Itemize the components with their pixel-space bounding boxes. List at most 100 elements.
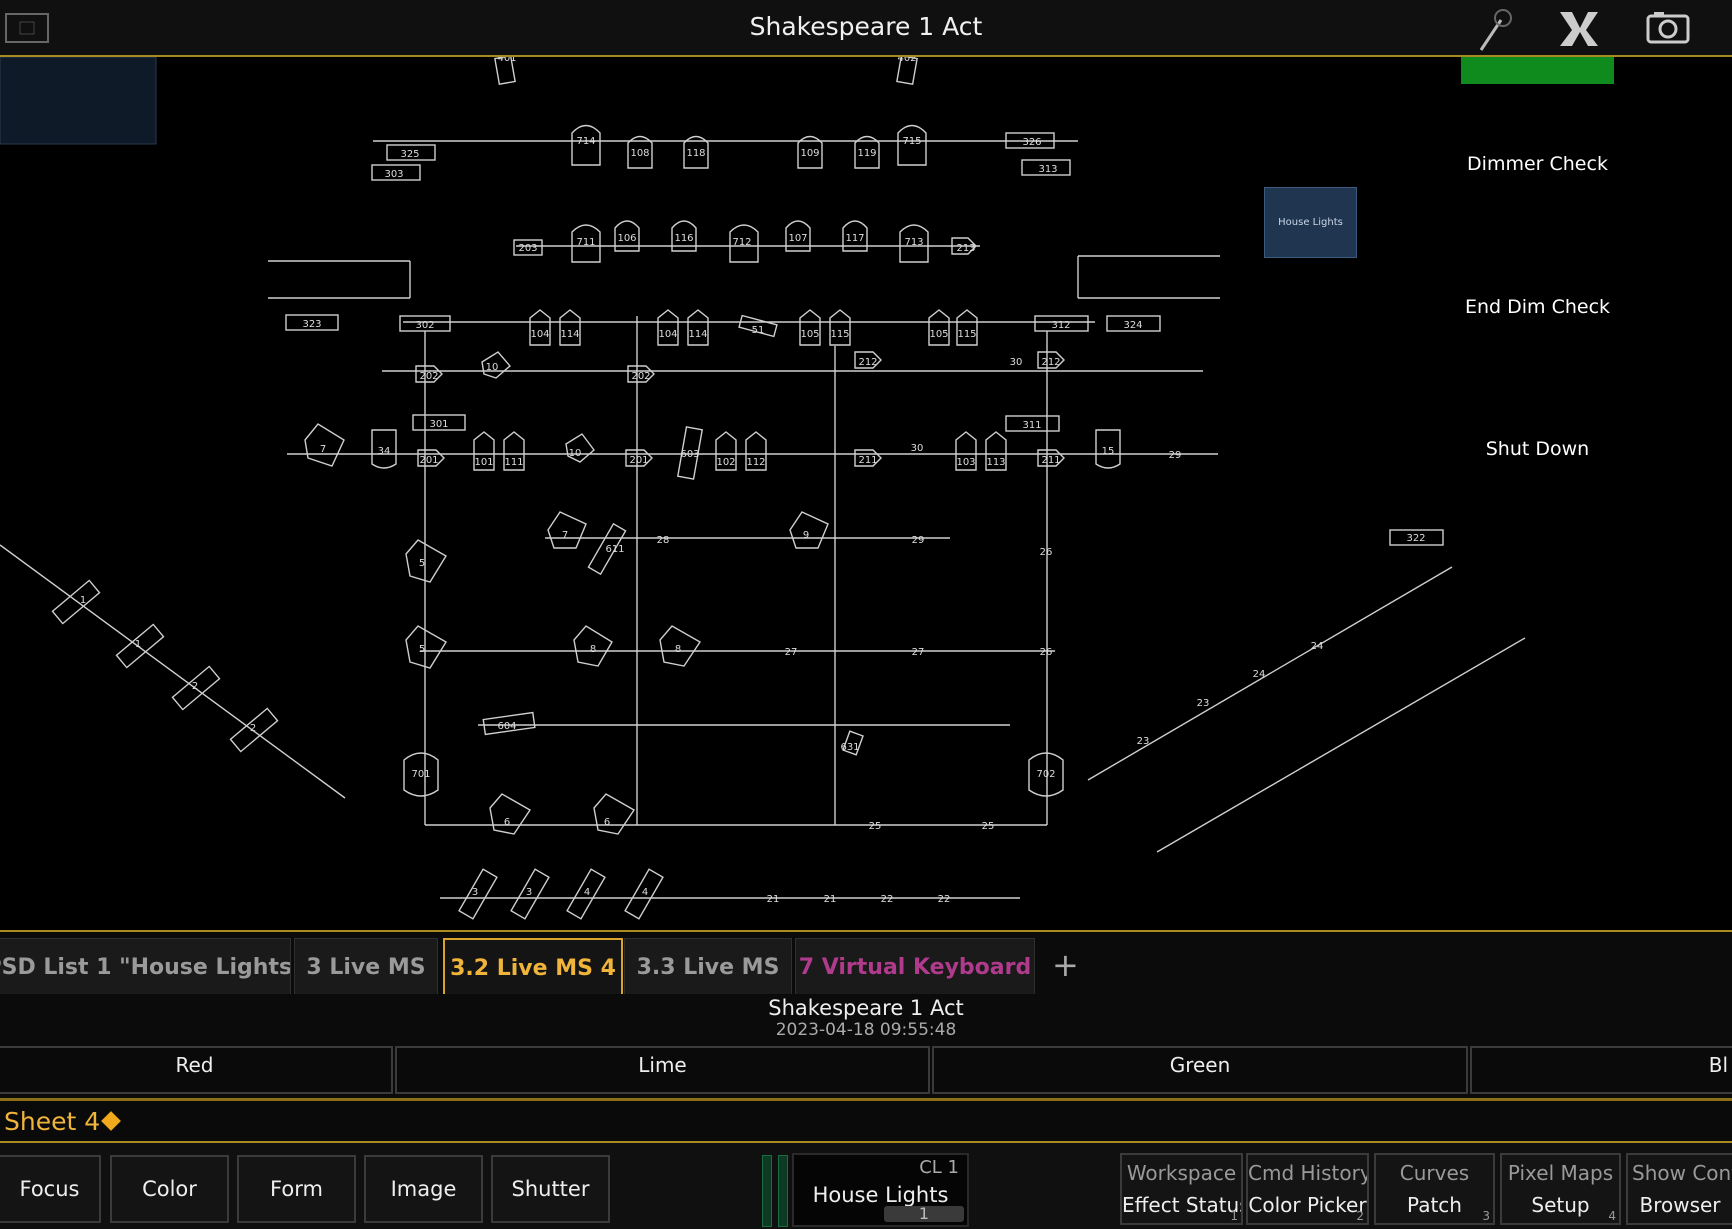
channel-label[interactable]: 21 [767, 894, 780, 905]
channel-label[interactable]: 113 [986, 457, 1005, 468]
channel-label[interactable]: 701 [411, 769, 430, 780]
house-lights-button[interactable]: House Lights [1264, 187, 1357, 258]
channel-label[interactable]: 8 [675, 644, 681, 655]
channel-label[interactable]: 3 [472, 887, 478, 898]
channel-label[interactable]: 714 [576, 136, 595, 147]
channel-label[interactable]: 5 [419, 644, 425, 655]
channel-label[interactable]: 312 [1051, 320, 1070, 331]
channel-label[interactable]: 112 [746, 457, 765, 468]
fader-indicator[interactable] [762, 1155, 772, 1227]
channel-label[interactable]: 202 [419, 371, 438, 382]
channel-label[interactable]: 102 [716, 457, 735, 468]
channel-label[interactable]: 25 [869, 821, 882, 832]
end-dim-check-button[interactable]: End Dim Check [1461, 245, 1614, 369]
param-image-button[interactable]: Image [364, 1155, 483, 1223]
channel-label[interactable]: 313 [1038, 164, 1057, 175]
channel-label[interactable]: 26 [1040, 547, 1053, 558]
channel-label[interactable]: 322 [1406, 533, 1425, 544]
dimmer-check-button[interactable]: Dimmer Check [1461, 102, 1614, 226]
channel-label[interactable]: 30 [1010, 357, 1023, 368]
channel-label[interactable]: 303 [384, 169, 403, 180]
curves-button[interactable]: Curves Patch 3 [1374, 1153, 1495, 1225]
channel-label[interactable]: 10 [569, 448, 582, 459]
channel-label[interactable]: 8 [590, 644, 596, 655]
channel-label[interactable]: 22 [938, 894, 951, 905]
displays-icon[interactable] [1556, 8, 1602, 48]
channel-label[interactable]: 323 [302, 319, 321, 330]
channel-label[interactable]: 302 [415, 320, 434, 331]
channel-label[interactable]: 715 [902, 136, 921, 147]
screenshot-icon[interactable] [1645, 8, 1691, 48]
channel-label[interactable]: 311 [1022, 420, 1041, 431]
fader-indicator[interactable] [778, 1155, 788, 1227]
param-form-button[interactable]: Form [237, 1155, 356, 1223]
channel-label[interactable]: 111 [504, 457, 523, 468]
channel-label[interactable]: 604 [497, 721, 516, 732]
channel-label[interactable]: 107 [788, 233, 807, 244]
channel-label[interactable]: 712 [732, 237, 751, 248]
channel-label[interactable]: 1 [80, 595, 86, 606]
channel-label[interactable]: 115 [957, 329, 976, 340]
channel-label[interactable]: 713 [904, 237, 923, 248]
preset-blue[interactable]: Bl [1470, 1046, 1732, 1094]
channel-label[interactable]: 22 [881, 894, 894, 905]
channel-label[interactable]: 325 [400, 149, 419, 160]
channel-label[interactable]: 6 [504, 817, 510, 828]
channel-label[interactable]: 2 [250, 723, 256, 734]
channel-label[interactable]: 213 [956, 243, 975, 254]
channel-label[interactable]: 101 [474, 457, 493, 468]
channel-label[interactable]: 1 [135, 639, 141, 650]
channel-label[interactable]: 631 [840, 742, 859, 753]
channel-label[interactable]: 301 [429, 419, 448, 430]
channel-label[interactable]: 201 [629, 455, 648, 466]
channel-label[interactable]: 105 [800, 329, 819, 340]
channel-label[interactable]: 603 [680, 449, 699, 460]
param-color-button[interactable]: Color [110, 1155, 229, 1223]
channel-label[interactable]: 104 [658, 329, 677, 340]
channel-label[interactable]: 106 [617, 233, 636, 244]
channel-label[interactable]: 25 [982, 821, 995, 832]
channel-label[interactable]: 202 [631, 371, 650, 382]
channel-label[interactable]: 15 [1102, 446, 1115, 457]
channel-label[interactable]: 29 [1169, 450, 1182, 461]
channel-label[interactable]: 4 [584, 887, 590, 898]
tab-live-ms-4[interactable]: 3.2 Live MS 4 [443, 938, 623, 996]
channel-label[interactable]: 2 [192, 681, 198, 692]
workspace-button[interactable]: Workspace Effect Status 1 [1120, 1153, 1243, 1225]
channel-label[interactable]: 401 [497, 53, 516, 64]
channel-label[interactable]: 326 [1022, 137, 1041, 148]
channel-label[interactable]: 119 [857, 148, 876, 159]
preset-lime[interactable]: Lime [395, 1046, 930, 1094]
channel-label[interactable]: 6 [604, 817, 610, 828]
channel-label[interactable]: 212 [858, 357, 877, 368]
channel-label[interactable]: 7 [320, 444, 326, 455]
tab-live-ms-3-3[interactable]: 3.3 Live MS [624, 938, 792, 996]
magic-wand-icon[interactable] [1475, 8, 1515, 52]
channel-label[interactable]: 702 [1036, 769, 1055, 780]
channel-label[interactable]: 114 [688, 329, 707, 340]
channel-label[interactable]: 108 [630, 148, 649, 159]
channel-label[interactable]: 212 [1041, 357, 1060, 368]
channel-label[interactable]: 51 [752, 325, 765, 336]
tab-virtual-keyboard[interactable]: 7 Virtual Keyboard [795, 938, 1035, 996]
cue-display[interactable]: CL 1 House Lights 1 [792, 1153, 969, 1227]
show-control-button[interactable]: Show Contro Browser [1626, 1153, 1732, 1225]
channel-label[interactable]: 105 [929, 329, 948, 340]
preset-red[interactable]: Red [0, 1046, 393, 1094]
preset-green[interactable]: Green [932, 1046, 1468, 1094]
channel-label[interactable]: 211 [1041, 455, 1060, 466]
tab-psd-list[interactable]: PSD List 1 "House Lights" [0, 938, 291, 996]
add-tab-button[interactable]: + [1052, 946, 1079, 984]
channel-label[interactable]: 23 [1197, 698, 1210, 709]
channel-label[interactable]: 24 [1253, 669, 1266, 680]
channel-label[interactable]: 5 [419, 558, 425, 569]
param-focus-button[interactable]: Focus [0, 1155, 101, 1223]
channel-label[interactable]: 117 [845, 233, 864, 244]
channel-label[interactable]: 34 [378, 446, 391, 457]
channel-label[interactable]: 116 [674, 233, 693, 244]
channel-label[interactable]: 103 [956, 457, 975, 468]
channel-label[interactable]: 118 [686, 148, 705, 159]
channel-label[interactable]: 28 [657, 535, 670, 546]
magic-sheet[interactable]: 401 402 325 303 714 108 118 109 119 715 326 313 203 7… [0, 53, 1732, 930]
channel-label[interactable]: 203 [518, 243, 537, 254]
